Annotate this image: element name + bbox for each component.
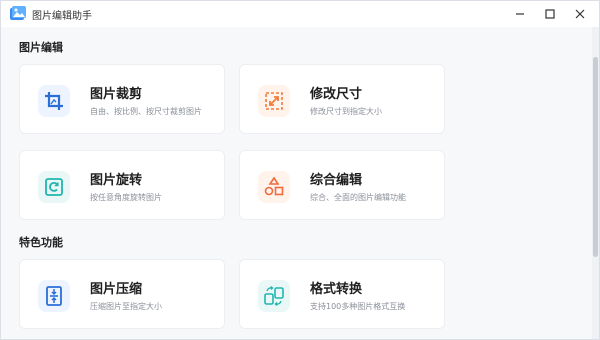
- section-title-features: 特色功能: [19, 236, 63, 249]
- card-description: 综合、全面的图片编辑功能: [310, 193, 406, 202]
- card-description: 支持100多种图片格式互换: [310, 302, 406, 311]
- card-compress[interactable]: 图片压缩 压缩图片至指定大小: [19, 259, 225, 329]
- card-title: 综合编辑: [310, 173, 363, 188]
- card-title: 图片旋转: [90, 173, 143, 188]
- card-title: 图片裁剪: [90, 87, 143, 102]
- card-description: 压缩图片至指定大小: [90, 302, 162, 311]
- close-icon: [575, 9, 585, 19]
- card-description: 修改尺寸到指定大小: [310, 107, 382, 116]
- photo-app-icon: [9, 5, 27, 23]
- maximize-button[interactable]: [535, 1, 565, 27]
- window-title: 图片编辑助手: [32, 11, 92, 22]
- close-button[interactable]: [565, 1, 595, 27]
- card-description: 自由、按比例、按尺寸裁剪图片: [90, 107, 202, 116]
- card-resize[interactable]: 修改尺寸 修改尺寸到指定大小: [239, 64, 445, 134]
- card-crop[interactable]: 图片裁剪 自由、按比例、按尺寸裁剪图片: [19, 64, 225, 134]
- crop-icon: [38, 85, 70, 117]
- card-title: 图片压缩: [90, 282, 143, 297]
- card-title: 格式转换: [310, 282, 363, 297]
- scrollbar-thumb[interactable]: [593, 57, 598, 257]
- card-rotate[interactable]: 图片旋转 按任意角度旋转图片: [19, 150, 225, 220]
- section-title-image-edit: 图片编辑: [19, 41, 63, 54]
- card-description: 按任意角度旋转图片: [90, 193, 162, 202]
- compress-icon: [38, 280, 70, 312]
- vertical-scrollbar[interactable]: [592, 27, 599, 339]
- minimize-button[interactable]: [505, 1, 535, 27]
- title-bar[interactable]: 图片编辑助手: [1, 1, 599, 27]
- card-title: 修改尺寸: [310, 87, 363, 102]
- resize-icon: [258, 85, 290, 117]
- card-comprehensive-edit[interactable]: 综合编辑 综合、全面的图片编辑功能: [239, 150, 445, 220]
- shapes-icon: [258, 171, 290, 203]
- main-content: 图片编辑 图片裁剪 自由、按比例、按尺寸裁剪图片 修改尺寸 修改尺寸到指定大小 …: [1, 27, 594, 339]
- card-format-convert[interactable]: 格式转换 支持100多种图片格式互换: [239, 259, 445, 329]
- minimize-icon: [515, 9, 525, 19]
- convert-icon: [258, 280, 290, 312]
- app-window: 图片编辑助手 图片编辑 图片裁剪 自由、按比例、按尺寸裁剪图片 修改尺寸 修改尺…: [0, 0, 600, 340]
- rotate-icon: [38, 171, 70, 203]
- maximize-icon: [545, 9, 555, 19]
